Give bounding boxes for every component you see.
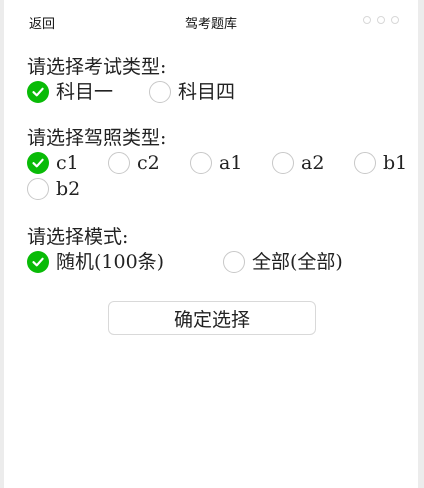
dot <box>377 16 385 24</box>
option-label: a1 <box>219 152 243 174</box>
page-title: 驾考题库 <box>184 17 237 32</box>
option-label: c2 <box>137 152 160 174</box>
dot <box>391 16 399 24</box>
mode-label: 请选择模式: <box>27 226 129 248</box>
checkmark-icon <box>32 257 44 267</box>
option-label: b2 <box>56 178 81 200</box>
option-label: 全部(全部) <box>252 251 343 273</box>
exam-type-option-4[interactable]: 科目四 <box>149 80 235 104</box>
app-page: 返回 驾考题库 请选择考试类型: 科目一 科目四 请选择驾照类型: c1 c2 … <box>4 0 418 488</box>
more-dots-icon[interactable] <box>363 13 399 27</box>
license-option-b2[interactable]: b2 <box>27 177 80 201</box>
mode-option-all[interactable]: 全部(全部) <box>223 250 343 274</box>
radio-unchecked[interactable] <box>190 152 212 174</box>
radio-unchecked[interactable] <box>149 81 171 103</box>
option-label: 科目一 <box>56 81 114 103</box>
radio-unchecked[interactable] <box>223 251 245 273</box>
license-option-b1[interactable]: b1 <box>354 151 407 175</box>
license-option-a2[interactable]: a2 <box>272 151 324 175</box>
radio-checked[interactable] <box>27 152 49 174</box>
option-label: 随机(100条) <box>56 251 165 273</box>
exam-type-label: 请选择考试类型: <box>27 56 167 78</box>
radio-unchecked[interactable] <box>27 178 49 200</box>
radio-unchecked[interactable] <box>272 152 294 174</box>
checkmark-icon <box>32 87 44 97</box>
checkmark-icon <box>32 158 44 168</box>
option-label: a2 <box>301 152 325 174</box>
exam-type-option-1[interactable]: 科目一 <box>27 80 113 104</box>
license-option-c1[interactable]: c1 <box>27 151 79 175</box>
confirm-button[interactable]: 确定选择 <box>108 301 316 335</box>
dot <box>363 16 371 24</box>
license-type-label: 请选择驾照类型: <box>27 127 167 149</box>
option-label: c1 <box>56 152 79 174</box>
option-label: b1 <box>383 152 408 174</box>
radio-checked[interactable] <box>27 81 49 103</box>
navigation-bar: 返回 驾考题库 <box>4 0 418 44</box>
license-option-c2[interactable]: c2 <box>108 151 160 175</box>
license-option-a1[interactable]: a1 <box>190 151 242 175</box>
radio-unchecked[interactable] <box>108 152 130 174</box>
radio-checked[interactable] <box>27 251 49 273</box>
option-label: 科目四 <box>178 81 236 103</box>
radio-unchecked[interactable] <box>354 152 376 174</box>
mode-option-random[interactable]: 随机(100条) <box>27 250 164 274</box>
